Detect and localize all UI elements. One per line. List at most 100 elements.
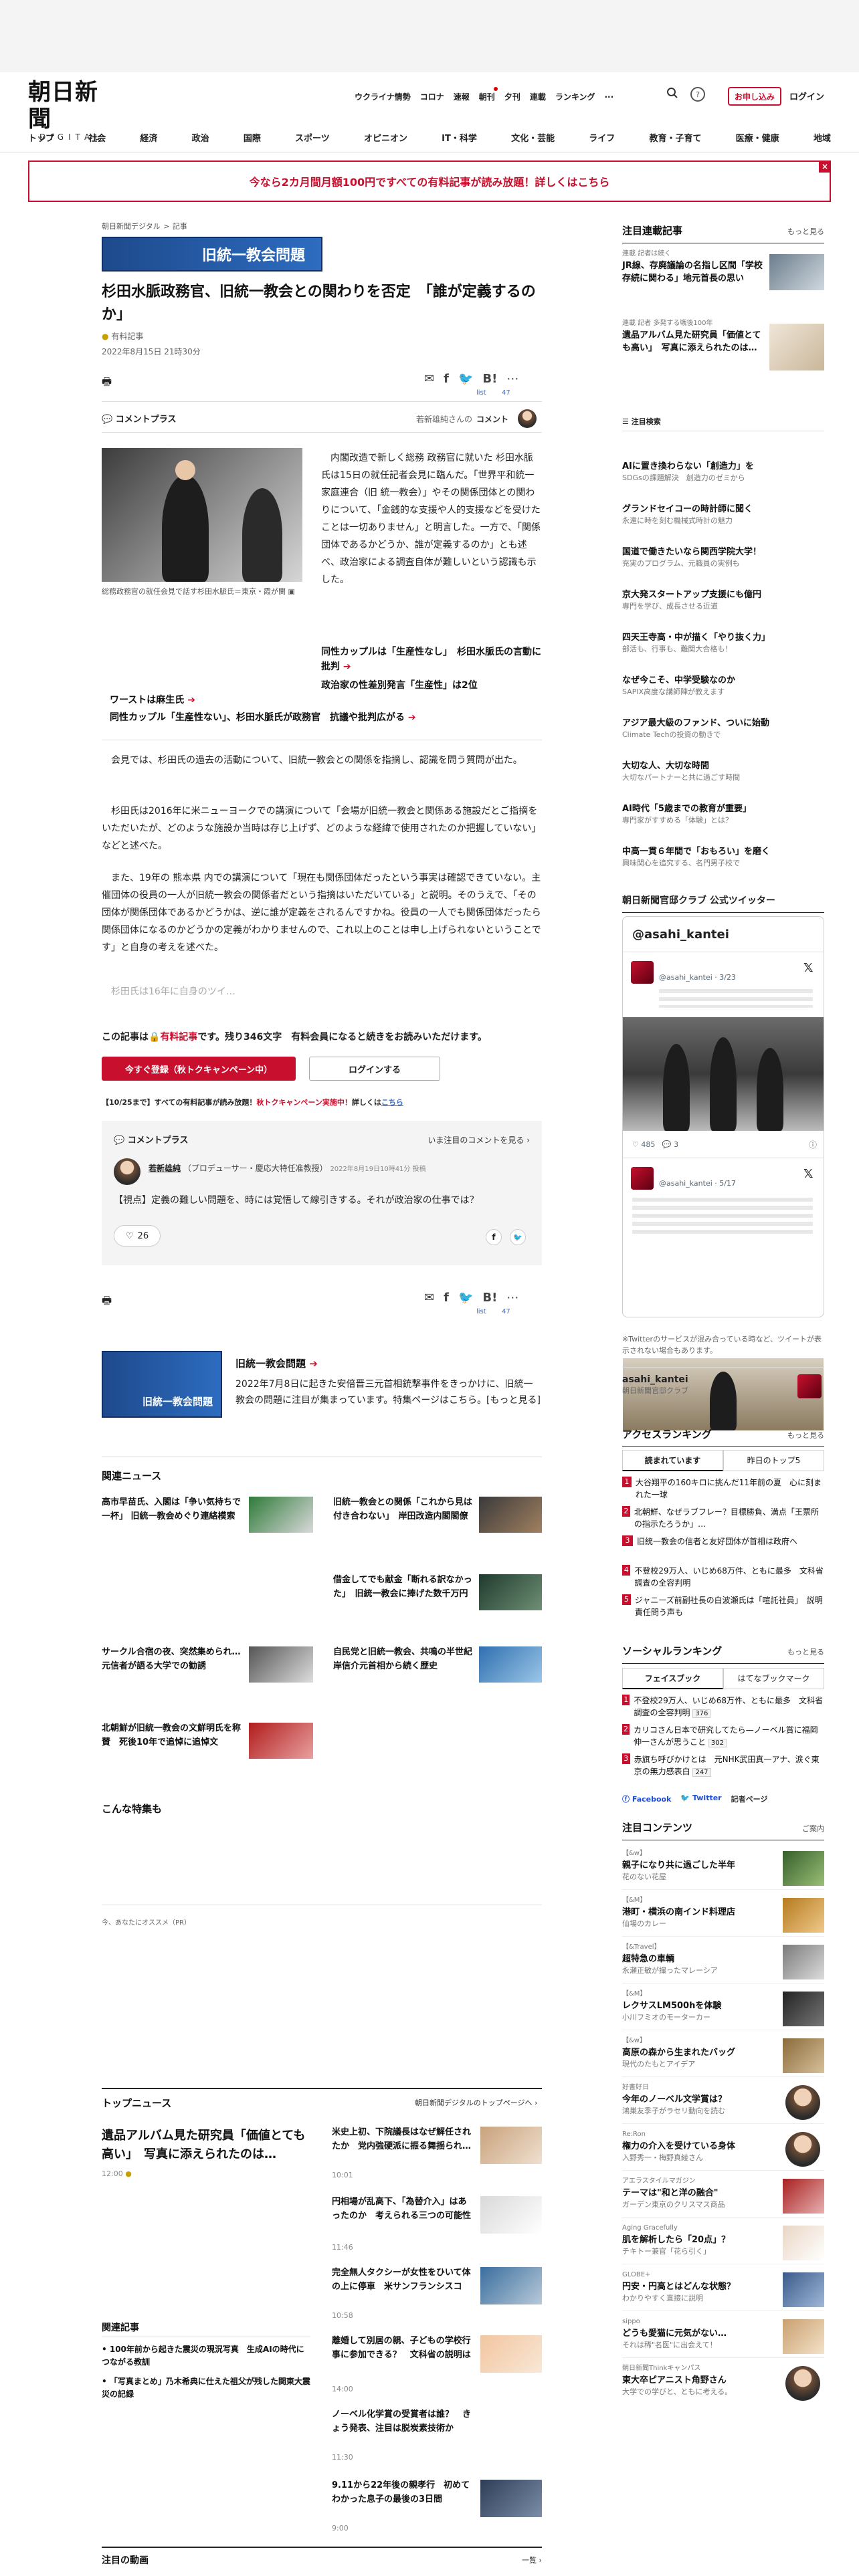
sidebar-featured-item[interactable]: 国道で働きたいなら関西学院大学！ 充実のプログラム、元職員の実例も: [622, 546, 824, 575]
breadcrumb-category[interactable]: 記事: [173, 222, 187, 231]
help-icon[interactable]: ?: [690, 87, 705, 102]
util-nav-evening[interactable]: 夕刊: [504, 91, 520, 102]
top-news-item[interactable]: 9.11から22年後の親孝行 初めてわかった息子の最後の3日間: [332, 2478, 474, 2506]
commenter-avatar[interactable]: [518, 409, 537, 428]
top-news-link[interactable]: 朝日新聞デジタルのトップページへ ›: [415, 2097, 537, 2108]
nav-it-science[interactable]: IT・科学: [442, 131, 477, 144]
related-item[interactable]: 旧統一教会との関係「これから見は付き合わない」 岸田改造内閣閣僚: [333, 1495, 474, 1523]
content-item[interactable]: Aging Gracefully 肌を解析したら「20点」？ チキトー兼官「花ら引く…: [622, 2223, 824, 2264]
util-nav-breaking[interactable]: 速報: [454, 91, 470, 102]
nav-culture[interactable]: 文化・芸能: [511, 131, 555, 144]
sidebar-attention-item[interactable]: 連載 記者は続く JR線、存廃議論の名指し区間「学校存続に関わる」地元首長の思い: [622, 249, 824, 290]
sidebar-featured-item[interactable]: 大切な人、大切な時間 大切なパートナーと共に過ごす時間: [622, 760, 824, 789]
more-share-icon[interactable]: ⋯: [506, 372, 518, 386]
heart-icon[interactable]: ♡: [632, 1140, 639, 1149]
tweet-avatar[interactable]: [631, 1167, 654, 1190]
subscribe-button[interactable]: お申し込み: [728, 87, 781, 106]
ranking-item[interactable]: 5 ジャニーズ前副社長の白波瀬氏は「喧託社員」 説明責任問う声も: [622, 1594, 824, 1621]
login-article-button[interactable]: ログインする: [309, 1057, 440, 1081]
related-thumb[interactable]: [479, 1574, 542, 1610]
reply-icon[interactable]: 💬: [662, 1140, 672, 1149]
sidebar-featured-item[interactable]: 京大発スタートアップ支援にも億円 専門を学び、成長させる近道: [622, 588, 824, 618]
top-news-related-item[interactable]: • 100年前から起きた震災の現況写真 生成AIの時代につながる教訓: [102, 2343, 310, 2369]
top-news-related-item[interactable]: • 「写真まとめ」乃木希典に仕えた祖父が残した関東大震災の記録: [102, 2375, 310, 2401]
nav-health[interactable]: 医療・健康: [736, 131, 779, 144]
related-item[interactable]: 北朝鮮が旧統一教会の文鮮明氏を称賛 死後10年で追悼に追悼文: [102, 1721, 242, 1749]
mail-icon[interactable]: ✉: [424, 1291, 434, 1305]
series-banner[interactable]: 旧統一教会問題: [102, 237, 322, 272]
close-icon[interactable]: ×: [819, 160, 831, 173]
ranking-item[interactable]: 4 不登校29万人、いじめ68万件、ともに最多 文科省調査の全容判明: [622, 1565, 824, 1592]
util-nav-ranking[interactable]: ランキング: [555, 91, 595, 102]
ranking-item[interactable]: 2 北朝鮮、なぜラブフレー？目標勝負、満点「王票所の指示たろうか」…: [622, 1506, 824, 1533]
sidebar-featured-item[interactable]: なぜ今こそ、中学受験なのか SAPIX高度な講師陣が教えます: [622, 674, 824, 704]
util-nav-ukraine[interactable]: ウクライナ情勢: [355, 91, 411, 102]
sidebar-attention-more[interactable]: もっと見る: [787, 226, 824, 237]
content-item[interactable]: sippo どうも愛猫に元気がない… それは稀"名医"に出会えて！: [622, 2317, 824, 2358]
commenter-avatar[interactable]: [114, 1158, 140, 1185]
campaign-banner[interactable]: 今なら2カ月間月額100円ですべての有料記事が読み放題！詳しくはこちら ×: [28, 160, 831, 202]
related-item[interactable]: サークル合宿の夜、突然集められ… 元信者が語る大学での勧誘: [102, 1645, 250, 1673]
campaign-note-link[interactable]: こちら: [381, 1098, 403, 1107]
top-news-thumb[interactable]: [480, 2196, 542, 2234]
mail-icon[interactable]: ✉: [424, 372, 434, 386]
series-promo-title[interactable]: 旧統一教会問題 ➔: [235, 1356, 318, 1371]
hatena-icon[interactable]: B!: [482, 1291, 497, 1305]
nav-international[interactable]: 国際: [244, 131, 261, 144]
nav-region[interactable]: 地域: [814, 131, 831, 144]
nav-economy[interactable]: 経済: [140, 131, 157, 144]
print-icon[interactable]: 🖶: [102, 374, 112, 393]
twitter-account[interactable]: asahi_kantei 朝日新聞官邸クラブ: [622, 1367, 824, 1398]
top-news-thumb[interactable]: [480, 2267, 542, 2304]
top-news-item[interactable]: 円相場が乱高下、「為替介入」はあったのか 考えられる三つの可能性: [332, 2195, 474, 2223]
sidebar-featured-item[interactable]: 中高一貫６年間で「おもろい」を磨く 興味関心を追究する、名門男子校で: [622, 845, 824, 875]
sidebar-featured-item[interactable]: 四天王寺高・中が描く「やり抜く力」 部活も、行事も、難関大合格も！: [622, 631, 824, 661]
top-news-item[interactable]: ノーベル化学賞の受賞者は誰？ きょう発表、注目は脱炭素技術か: [332, 2407, 474, 2436]
nav-opinion[interactable]: オピニオン: [364, 131, 407, 144]
more-share-icon[interactable]: ⋯: [506, 1291, 518, 1305]
social-item[interactable]: 2 カリコさん日本で研究してたら—ノーベル賞に福岡伸一さんが思うこと 302: [622, 1724, 824, 1751]
ranking-more[interactable]: もっと見る: [787, 1430, 824, 1440]
facebook-icon[interactable]: f: [444, 372, 449, 386]
sidebar-featured-item[interactable]: グランドセイコーの時計師に聞く 永遠に時を刻む機械式時計の魅力: [622, 503, 824, 532]
tweet-avatar[interactable]: [631, 961, 654, 984]
like-button[interactable]: ♡ 26: [114, 1225, 161, 1247]
twitter-icon[interactable]: 🐦: [458, 1291, 473, 1305]
util-nav-corona[interactable]: コロナ: [420, 91, 444, 102]
nav-top[interactable]: トップ: [28, 131, 54, 144]
related-thumb[interactable]: [249, 1497, 313, 1533]
facebook-icon[interactable]: f: [444, 1291, 449, 1305]
content-item[interactable]: Re:Ron 権力の介入を受けている身体 入野秀一・梅野真綾さん: [622, 2129, 824, 2171]
content-item[interactable]: 好書好日 今年のノーベル文学賞は？ 鴻巣友季子がラセリ動向を読む: [622, 2082, 824, 2124]
sidebar-featured-item[interactable]: AI時代「5歳までの教育が重要」 専門家がすすめる「体験」とは？: [622, 802, 824, 832]
content-item[interactable]: アエラスタイルマガジン テーマは"和と洋の融合" ガーデン東京のクリスマス商品: [622, 2176, 824, 2218]
search-icon[interactable]: [666, 87, 678, 102]
series-promo-image[interactable]: 旧統一教会問題: [102, 1351, 222, 1418]
video-section-link[interactable]: 一覧 ›: [522, 2555, 542, 2565]
sidebar-featured-item[interactable]: アジア最大級のファンド、ついに始動 Climate Techの投資の動きで: [622, 717, 824, 746]
social-footer-twitter[interactable]: 🐦 Twitter: [680, 1794, 721, 1804]
more-menu-icon[interactable]: ···: [604, 92, 613, 102]
expand-icon[interactable]: ▣: [288, 587, 295, 596]
list-link[interactable]: list: [476, 1308, 486, 1315]
tab-hatena[interactable]: はてなブックマーク: [723, 1668, 824, 1689]
content-item[interactable]: 【&w】 高原の森から生まれたバッグ 現代のたもとアイデア: [622, 2036, 824, 2077]
top-news-thumb[interactable]: [480, 2480, 542, 2517]
related-thumb[interactable]: [479, 1646, 542, 1683]
content-item[interactable]: 【&w】 親子になり共に過ごした半年 花のない花屋: [622, 1848, 824, 1890]
social-item[interactable]: 3 赤旗ち呼びかけとは 元NHK武田真一アナ、涙ぐ東京の無力感表白 247: [622, 1753, 824, 1780]
print-icon[interactable]: 🖶: [102, 1293, 112, 1311]
social-item[interactable]: 1 不登校29万人、いじめ68万件、ともに最多 文科省調査の全容判明 376: [622, 1695, 824, 1721]
x-logo-icon[interactable]: 𝕏: [803, 961, 814, 975]
top-news-item[interactable]: 米史上初、下院議長はなぜ解任されたか 党内強硬派に振る舞揺られ…: [332, 2125, 474, 2153]
nav-education[interactable]: 教育・子育て: [649, 131, 701, 144]
contents-more[interactable]: ご案内: [802, 1823, 824, 1834]
commenter-name[interactable]: 若新雄純: [149, 1164, 181, 1173]
inline-link[interactable]: ワーストは麻生氏 ➔: [110, 693, 542, 708]
twitter-icon[interactable]: 🐦: [458, 372, 473, 386]
content-item[interactable]: 【&Travel】 超特急の車輌 永瀬正敏が撮ったマレーシア: [622, 1942, 824, 1983]
related-thumb[interactable]: [249, 1646, 313, 1683]
list-link[interactable]: list: [476, 389, 486, 397]
read-comments-link[interactable]: いま注目のコメントを見る ›: [427, 1134, 530, 1146]
tweet-image[interactable]: [623, 1017, 824, 1131]
